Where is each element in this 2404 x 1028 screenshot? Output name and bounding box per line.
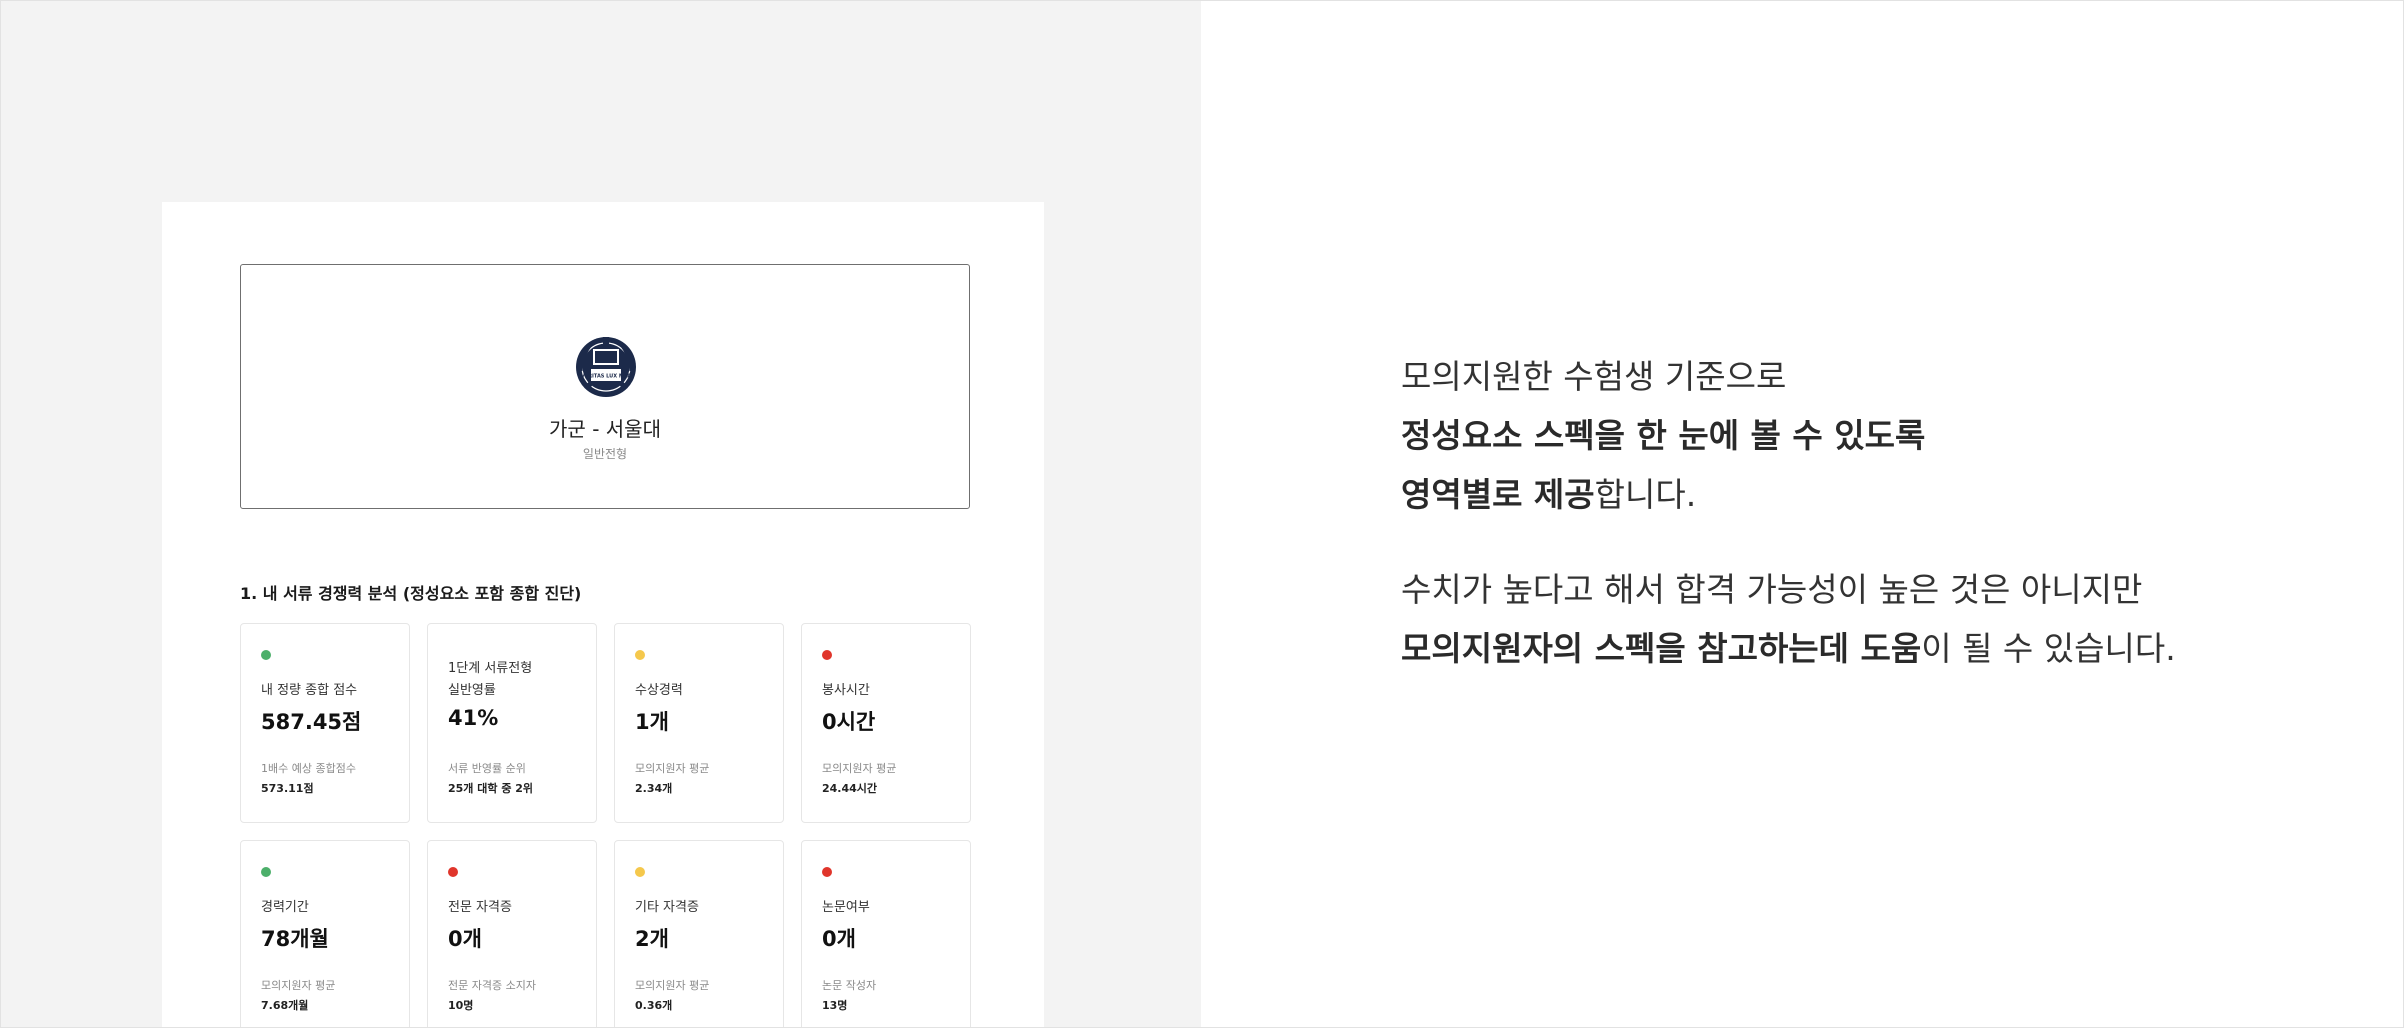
stat-foot-value: 13명: [822, 999, 848, 1012]
stat-card[interactable]: 논문여부 0개논문 작성자 13명: [801, 840, 971, 1027]
status-dot-icon: [635, 650, 645, 660]
stat-value: 2개: [635, 927, 669, 951]
university-title: 가군 - 서울대: [549, 417, 661, 441]
stat-label: 경력기간: [261, 900, 309, 915]
stat-value: 1개: [635, 710, 669, 734]
copy-line-3-rest: 합니다.: [1594, 475, 1697, 514]
description-copy: 모의지원한 수험생 기준으로 정성요소 스펙을 한 눈에 볼 수 있도록 영역별…: [1401, 347, 2301, 678]
stat-value: 0개: [822, 927, 856, 951]
stat-value: 78개월: [261, 927, 329, 951]
stat-foot-value: 25개 대학 중 2위: [448, 782, 534, 795]
copy-line-4: 수치가 높다고 해서 합격 가능성이 높은 것은 아니지만: [1401, 570, 2143, 609]
copy-line-5-bold: 모의지원자의 스펙을 참고하는데 도움: [1401, 629, 1922, 668]
stat-label: 논문여부: [822, 900, 870, 915]
report-document: VERITAS LUX MEA 가군 - 서울대 일반전형 1. 내 서류 경쟁…: [162, 202, 1044, 1027]
status-dot-icon: [261, 867, 271, 877]
stat-foot-label: 1배수 예상 종합점수: [261, 762, 356, 775]
copy-line-3-bold: 영역별로 제공: [1401, 475, 1595, 514]
stat-foot-label: 모의지원자 평균: [635, 979, 710, 992]
stat-card[interactable]: 내 정량 종합 점수 587.45점 1배수 예상 종합점수 573.11점: [240, 623, 410, 823]
stat-label: 전문 자격증: [448, 900, 512, 915]
emblem-text: VERITAS LUX MEA: [581, 374, 631, 380]
stat-foot-label: 모의지원자 평균: [261, 979, 336, 992]
status-dot-icon: [261, 650, 271, 660]
status-dot-icon: [822, 650, 832, 660]
stat-foot-label: 전문 자격증 소지자: [448, 979, 536, 992]
stat-label: 1단계 서류전형 실반영률: [448, 661, 533, 698]
stat-value: 41%: [448, 706, 499, 730]
preview-panel: VERITAS LUX MEA 가군 - 서울대 일반전형 1. 내 서류 경쟁…: [1, 1, 1201, 1027]
stat-label: 기타 자격증: [635, 900, 699, 915]
stat-foot-value: 0.36개: [635, 999, 673, 1012]
stat-label: 수상경력: [635, 683, 683, 698]
stat-value: 587.45점: [261, 710, 362, 734]
stat-card[interactable]: 전문 자격증 0개전문 자격증 소지자 10명: [427, 840, 597, 1027]
stat-foot-label: 모의지원자 평균: [635, 762, 710, 775]
copy-line-2-bold: 정성요소 스펙을 한 눈에 볼 수 있도록: [1401, 416, 1926, 455]
stat-foot-value: 7.68개월: [261, 999, 309, 1012]
stat-foot-value: 24.44시간: [822, 782, 878, 795]
stat-value: 0개: [448, 927, 482, 951]
admission-type: 일반전형: [582, 447, 628, 461]
stat-foot-value: 573.11점: [261, 782, 314, 795]
stat-card[interactable]: 봉사시간 0시간모의지원자 평균 24.44시간: [801, 623, 971, 823]
section-title: 1. 내 서류 경쟁력 분석 (정성요소 포함 종합 진단): [240, 584, 582, 603]
copy-line-5-rest: 이 될 수 있습니다.: [1921, 629, 2176, 668]
stat-foot-label: 서류 반영률 순위: [448, 762, 526, 775]
stat-value: 0시간: [822, 710, 876, 734]
stat-label: 봉사시간: [822, 683, 870, 698]
stat-foot-value: 2.34개: [635, 782, 673, 795]
stat-label: 내 정량 종합 점수: [261, 683, 358, 698]
stat-foot-label: 논문 작성자: [822, 979, 877, 992]
stat-foot-label: 모의지원자 평균: [822, 762, 897, 775]
stat-card[interactable]: 경력기간 78개월모의지원자 평균 7.68개월: [240, 840, 410, 1027]
copy-line-1: 모의지원한 수험생 기준으로: [1401, 357, 1787, 396]
status-dot-icon: [822, 867, 832, 877]
stat-card[interactable]: 1단계 서류전형 실반영률 41% 서류 반영률 순위 25개 대학 중 2위: [427, 623, 597, 823]
stat-foot-value: 10명: [448, 999, 474, 1012]
snu-emblem-icon: VERITAS LUX MEA: [576, 337, 636, 397]
university-card[interactable]: VERITAS LUX MEA 가군 - 서울대 일반전형: [240, 264, 970, 509]
stat-card[interactable]: 수상경력 1개모의지원자 평균 2.34개: [614, 623, 784, 823]
status-dot-icon: [448, 867, 458, 877]
stat-card[interactable]: 기타 자격증 2개모의지원자 평균 0.36개: [614, 840, 784, 1027]
status-dot-icon: [635, 867, 645, 877]
